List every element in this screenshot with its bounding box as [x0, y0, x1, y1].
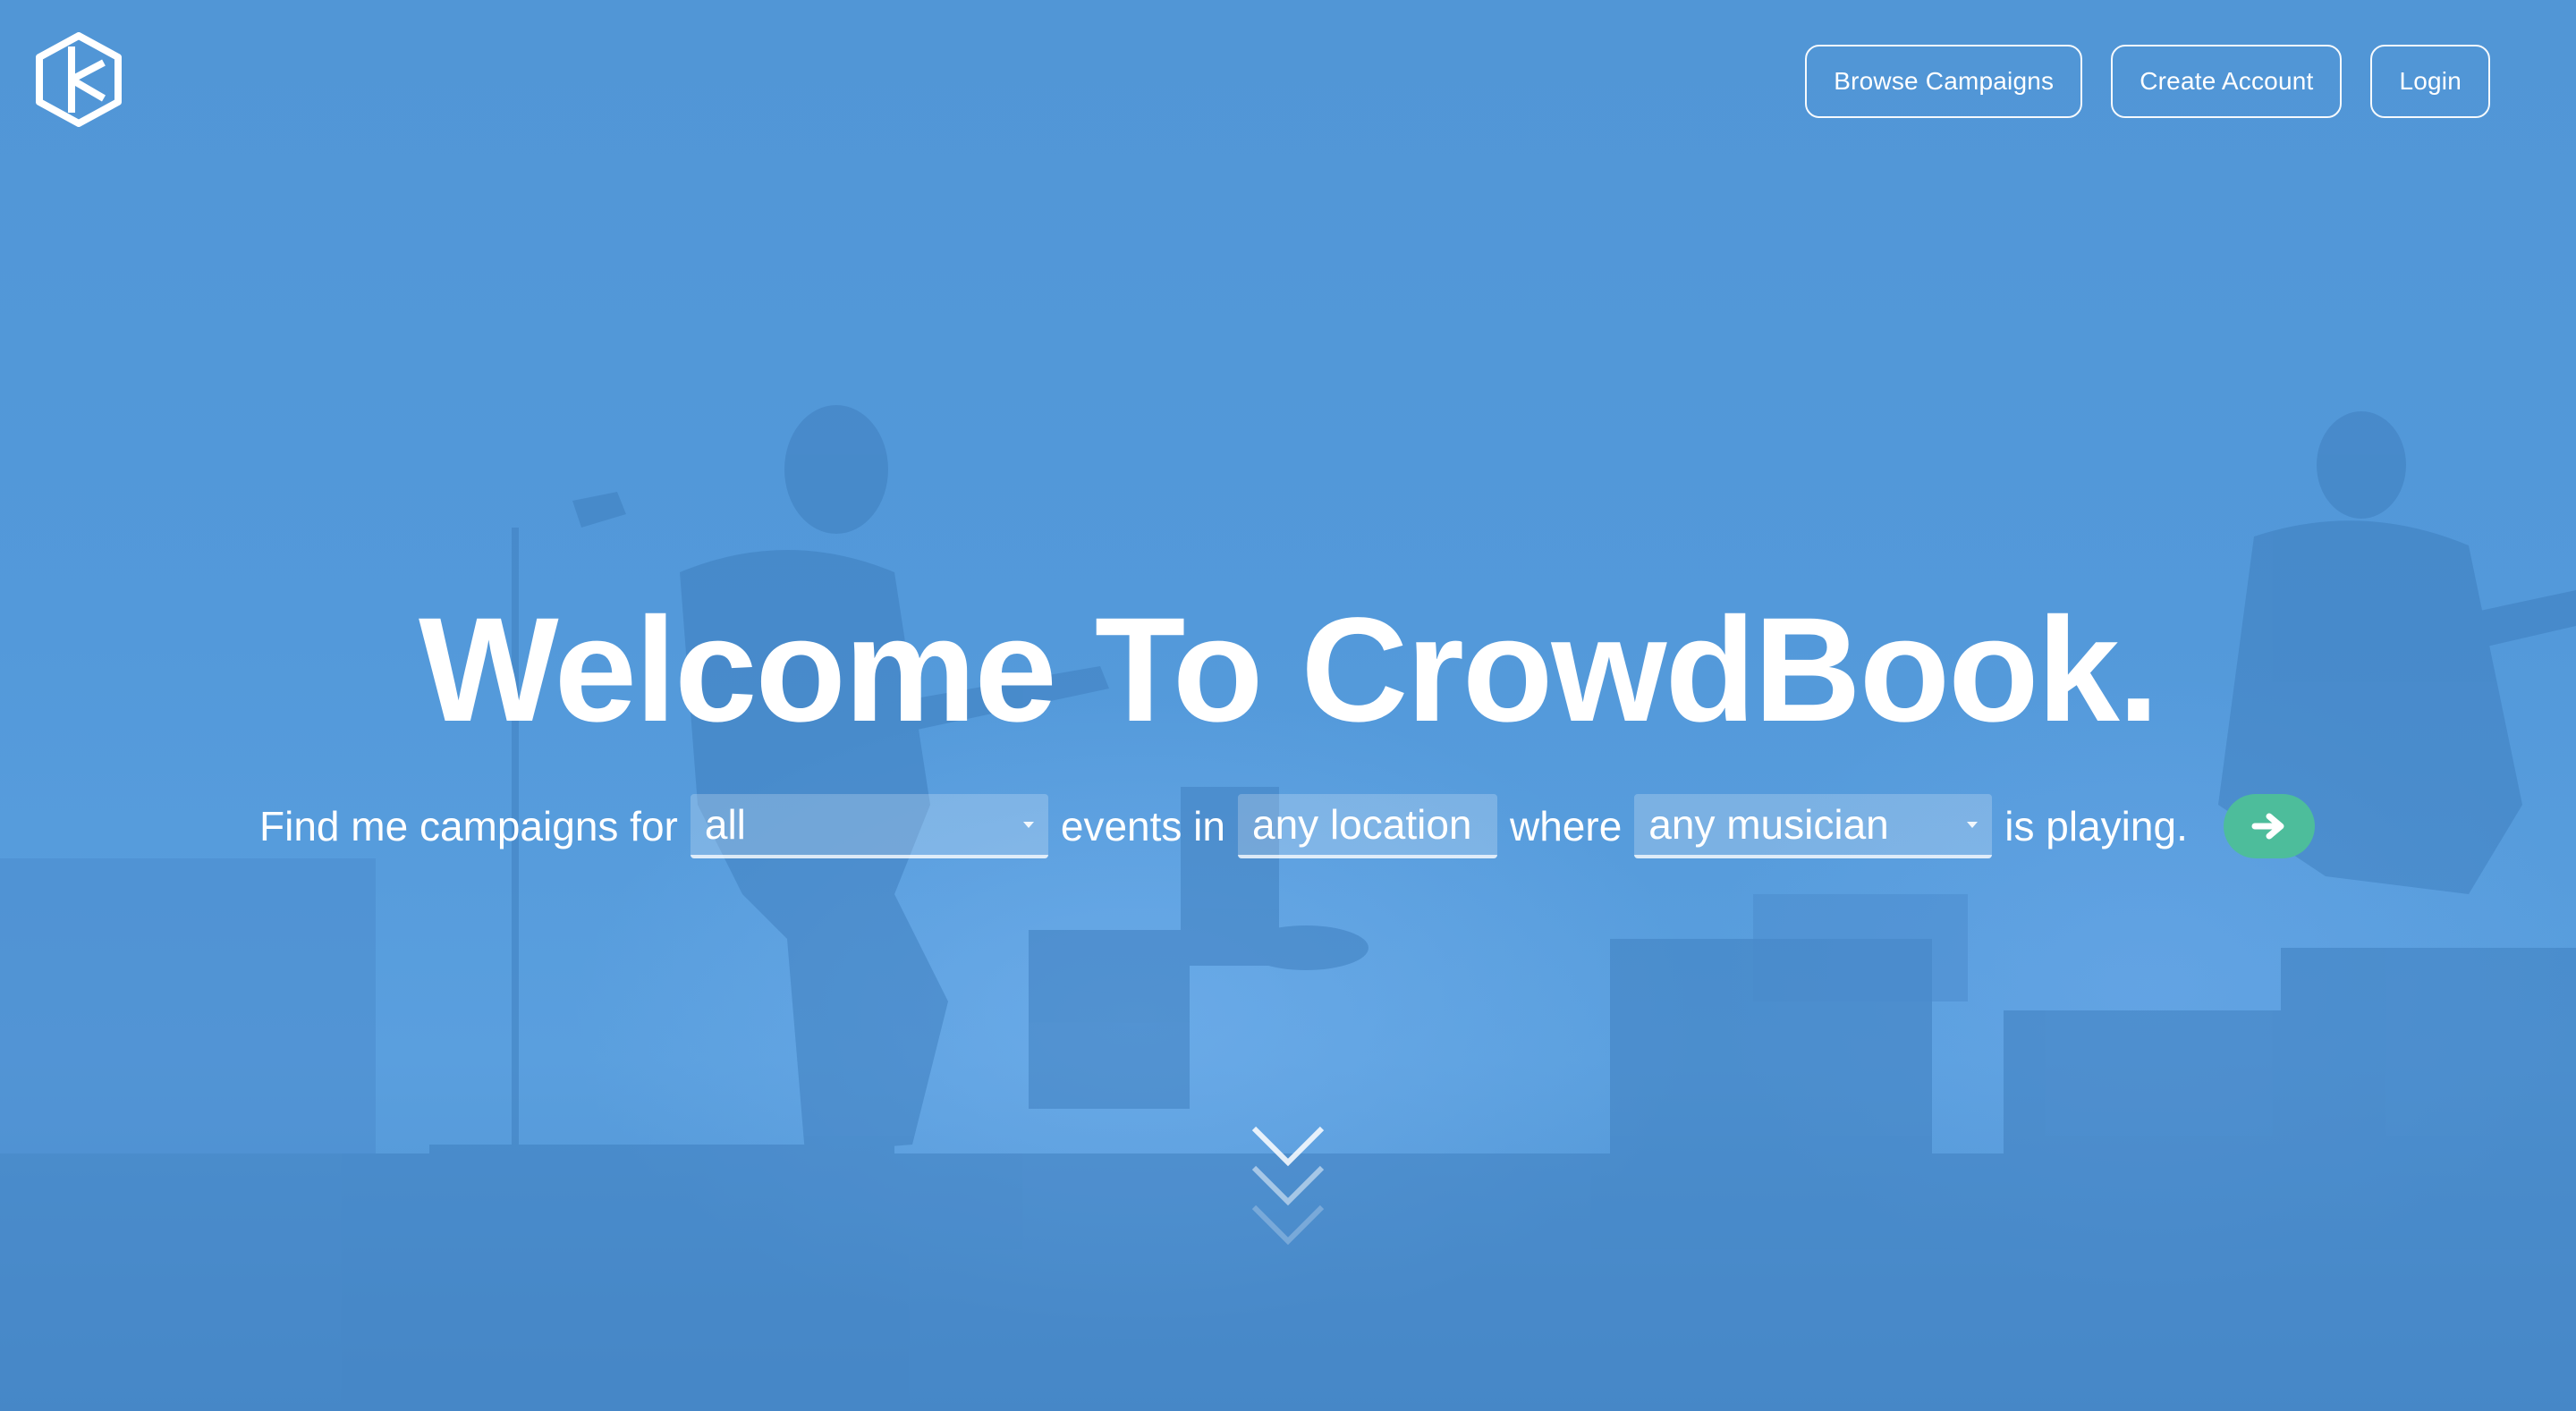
search-submit-button[interactable] — [2223, 794, 2315, 858]
chevrons-down-icon[interactable] — [1250, 1120, 1326, 1252]
search-middle-text-2: where — [1510, 803, 1623, 849]
musician-value: any musician — [1648, 801, 1889, 848]
search-prefix-text: Find me campaigns for — [259, 803, 678, 849]
event-type-value: all — [704, 801, 746, 848]
musician-select[interactable]: any musician — [1634, 794, 1993, 858]
create-account-button[interactable]: Create Account — [2111, 45, 2343, 118]
crowdbook-hexagon-logo-icon[interactable] — [34, 32, 123, 127]
browse-campaigns-button[interactable]: Browse Campaigns — [1805, 45, 2083, 118]
arrow-right-icon — [2251, 813, 2284, 840]
page-title: Welcome To CrowdBook. — [418, 587, 2159, 753]
chevron-down-icon — [1022, 821, 1034, 828]
event-type-select[interactable]: all — [690, 794, 1048, 858]
campaign-search-form: Find me campaigns for all events in any … — [247, 794, 2315, 858]
search-suffix-text: is playing. — [2004, 803, 2188, 849]
hero-background: Browse Campaigns Create Account Login We… — [0, 0, 2576, 1411]
chevron-down-icon — [1967, 821, 1979, 828]
top-navigation: Browse Campaigns Create Account Login — [1805, 45, 2490, 118]
login-button[interactable]: Login — [2370, 45, 2490, 118]
location-input[interactable]: any location — [1238, 794, 1497, 858]
search-middle-text-1: events in — [1060, 803, 1225, 849]
location-value: any location — [1252, 801, 1472, 848]
